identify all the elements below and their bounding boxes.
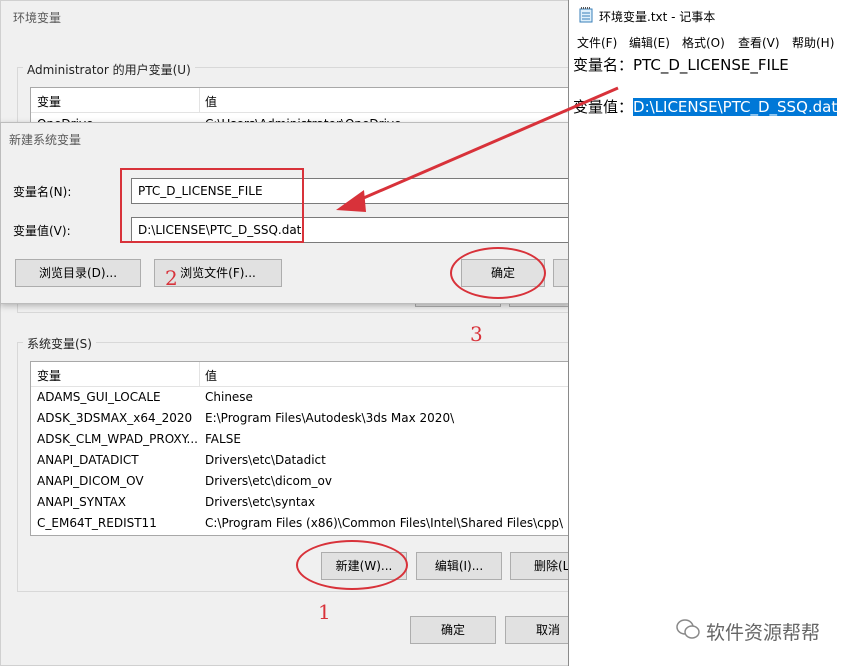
annotation-arrow (336, 86, 619, 212)
watermark: 软件资源帮帮 (676, 614, 852, 646)
watermark-text: 软件资源帮帮 (706, 622, 821, 644)
wechat-icon (676, 619, 700, 639)
